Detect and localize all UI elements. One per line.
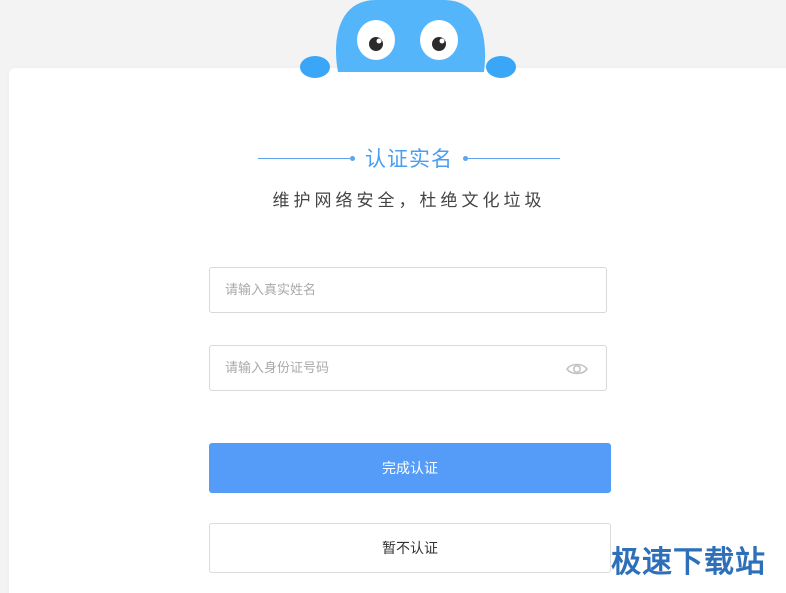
title-text: 认证实名 bbox=[365, 147, 453, 171]
dialog-subtitle: 维护网络安全，杜绝文化垃圾 bbox=[272, 191, 546, 211]
real-name-input[interactable] bbox=[210, 268, 606, 312]
dialog-title: 认证实名 bbox=[258, 146, 560, 172]
site-watermark: 极速下载站 bbox=[611, 545, 766, 580]
real-name-field bbox=[209, 267, 607, 313]
skip-verification-button[interactable]: 暂不认证 bbox=[209, 523, 611, 573]
mascot-illustration bbox=[298, 0, 520, 82]
complete-verification-button[interactable]: 完成认证 bbox=[209, 443, 611, 493]
id-number-field bbox=[209, 345, 607, 391]
title-divider-right bbox=[468, 158, 560, 159]
eye-icon[interactable] bbox=[566, 361, 588, 377]
realname-auth-page: 认证实名 维护网络安全，杜绝文化垃圾 完成认证 暂不认证 极速下载站 bbox=[0, 0, 786, 593]
id-number-input[interactable] bbox=[210, 346, 606, 390]
